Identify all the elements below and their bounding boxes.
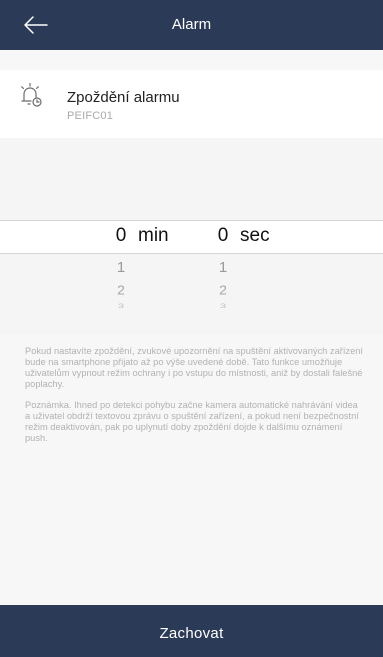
minutes-value: 0 [115, 225, 127, 246]
page-title: Alarm [171, 16, 212, 33]
note-paragraph: Poznámka. Ihned po detekci pohybu začne … [25, 400, 359, 443]
seconds-option[interactable]: 1 [212, 259, 234, 276]
save-button[interactable]: Zachovat [0, 605, 383, 657]
minutes-option[interactable]: 3 [110, 302, 132, 309]
alarm-delay-icon [20, 82, 44, 109]
seconds-option[interactable]: 3 [212, 302, 234, 309]
device-id: PEIFC01 [67, 110, 114, 122]
seconds-option[interactable]: 2 [212, 283, 234, 297]
minutes-option[interactable]: 2 [110, 283, 132, 297]
seconds-unit-label: sec [240, 225, 270, 246]
device-info-row: Zpoždění alarmu PEIFC01 [0, 70, 383, 138]
info-paragraph: Pokud nastavíte zpoždění, zvukové upozor… [25, 346, 363, 389]
minutes-wheel[interactable]: 0 min 1 2 3 [110, 138, 220, 334]
device-name: Zpoždění alarmu [67, 89, 180, 106]
minutes-selected: 0 min [110, 225, 169, 247]
seconds-value: 0 [217, 225, 229, 246]
seconds-wheel[interactable]: 0 sec 1 2 3 [212, 138, 322, 334]
top-bar: Alarm [0, 0, 383, 50]
seconds-selected: 0 sec [212, 225, 270, 247]
delay-info-text: Pokud nastavíte zpoždění, zvukové upozor… [25, 346, 365, 454]
minutes-option[interactable]: 1 [110, 259, 132, 276]
delay-time-picker[interactable]: 0 min 1 2 3 0 sec 1 2 3 [0, 138, 383, 334]
minutes-unit-label: min [138, 225, 169, 246]
